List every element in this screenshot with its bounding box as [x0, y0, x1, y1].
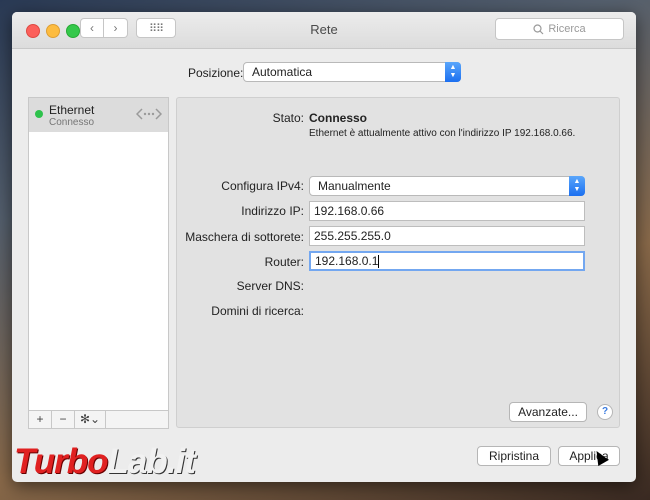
- configure-ipv4-value: Manualmente: [318, 179, 391, 193]
- status-description: Ethernet è attualmente attivo con l'indi…: [309, 128, 576, 139]
- service-item-ethernet[interactable]: Ethernet Connesso: [29, 98, 168, 132]
- ip-address-field[interactable]: 192.168.0.66: [309, 201, 585, 221]
- search-placeholder: Ricerca: [548, 23, 586, 35]
- status-dot-icon: [35, 110, 43, 118]
- popup-arrows-icon: ▲ ▼: [445, 62, 461, 82]
- service-list-toolbar: + − ✻⌄: [28, 410, 169, 429]
- gear-icon[interactable]: ✻⌄: [75, 411, 106, 428]
- help-button[interactable]: ?: [597, 404, 613, 420]
- ethernet-icon: [136, 108, 162, 120]
- location-value: Automatica: [252, 65, 313, 79]
- status-label: Stato:: [272, 111, 304, 125]
- service-status: Connesso: [49, 117, 95, 128]
- watermark-part-turbo: Turbo: [14, 442, 109, 481]
- location-popup[interactable]: Automatica ▲ ▼: [243, 62, 461, 82]
- title-bar: ‹ › ⠿⠿ Rete Ricerca: [12, 12, 636, 49]
- status-value: Connesso: [309, 111, 368, 125]
- configure-ipv4-popup[interactable]: Manualmente ▲ ▼: [309, 176, 585, 196]
- text-caret: [378, 255, 380, 269]
- service-name: Ethernet: [49, 103, 95, 117]
- router-label: Router:: [264, 255, 304, 269]
- search-field[interactable]: Ricerca: [495, 18, 624, 40]
- location-label: Posizione:: [188, 66, 244, 80]
- configure-ipv4-label: Configura IPv4:: [221, 179, 304, 193]
- ip-address-label: Indirizzo IP:: [241, 204, 304, 218]
- popup-arrows-icon: ▲ ▼: [569, 176, 585, 196]
- watermark-part-lab: Lab.it: [107, 442, 196, 481]
- remove-service-button[interactable]: −: [52, 411, 75, 428]
- service-list[interactable]: Ethernet Connesso: [28, 97, 169, 429]
- subnet-mask-field[interactable]: 255.255.255.0: [309, 226, 585, 246]
- subnet-mask-label: Maschera di sottorete:: [185, 230, 304, 244]
- search-icon: [533, 23, 544, 34]
- network-preferences-window: ‹ › ⠿⠿ Rete Ricerca Posizione: Automatic…: [12, 12, 636, 482]
- add-service-button[interactable]: +: [29, 411, 52, 428]
- revert-button[interactable]: Ripristina: [477, 446, 551, 466]
- apply-button[interactable]: Applica: [558, 446, 620, 466]
- watermark-logo: TurboLab.it: [14, 442, 196, 482]
- search-domains-label: Domini di ricerca:: [211, 304, 304, 318]
- advanced-button[interactable]: Avanzate...: [509, 402, 587, 422]
- router-value: 192.168.0.1: [315, 254, 379, 268]
- dns-server-label: Server DNS:: [236, 279, 304, 293]
- router-field[interactable]: 192.168.0.1: [309, 251, 585, 271]
